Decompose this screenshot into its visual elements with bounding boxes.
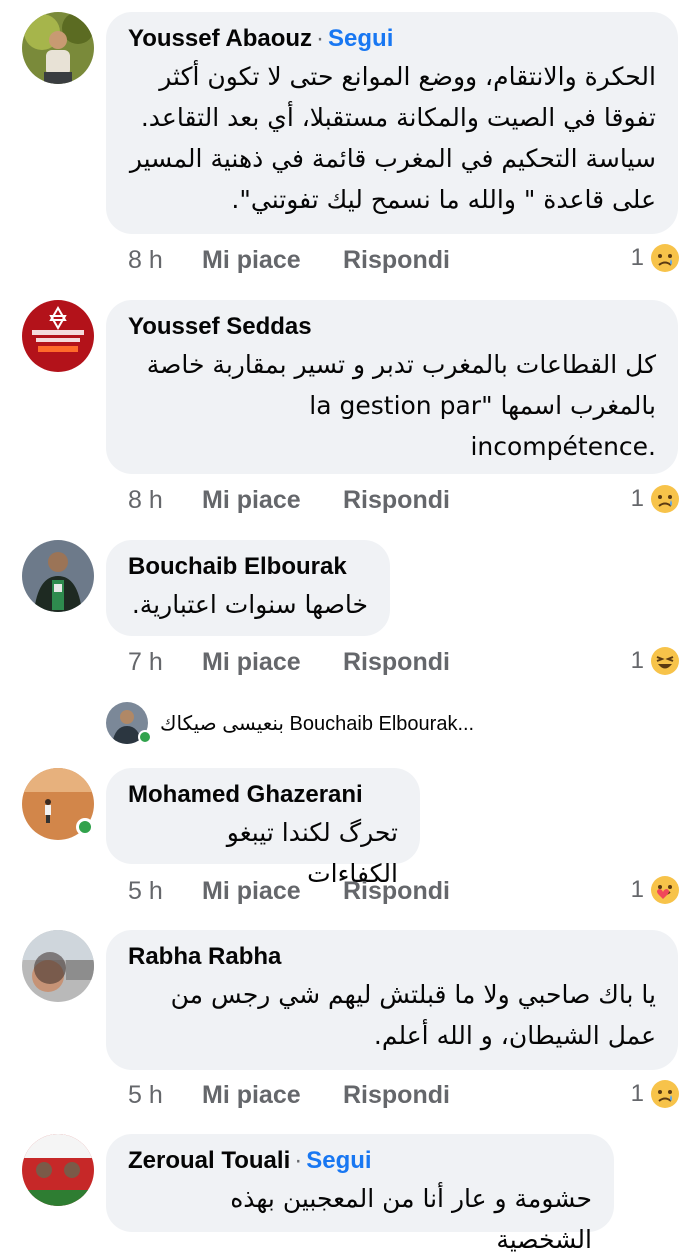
comment-bubble: Mohamed Ghazerani تحرگ لكندا تيبغو الكفا… — [106, 768, 420, 888]
comment-actions: 7 h Mi piace Rispondi — [128, 648, 450, 677]
author-name[interactable]: Youssef Abaouz — [128, 25, 312, 52]
comment-author-line: Youssef Abaouz · Segui — [128, 24, 656, 54]
comment-bubble: Bouchaib Elbourak خاصها سنوات اعتبارية. — [106, 540, 390, 636]
comment-bubble: Youssef Abaouz · Segui الحكرة والانتقام، و… — [106, 12, 678, 234]
like-button[interactable]: Mi piace — [202, 246, 343, 275]
reply-preview-text: بنعيسى صيكاك Bouchaib Elbourak... — [160, 712, 475, 735]
reply-button[interactable]: Rispondi — [343, 877, 450, 906]
online-status-dot — [76, 818, 94, 836]
reaction-count: 1 — [630, 647, 644, 674]
avatar[interactable] — [22, 1134, 94, 1206]
comment-actions: 8 h Mi piace Rispondi — [128, 486, 450, 515]
follow-button[interactable]: Segui — [328, 25, 393, 52]
reply-button[interactable]: Rispondi — [343, 486, 450, 515]
reply-button[interactable]: Rispondi — [343, 1081, 450, 1110]
avatar[interactable] — [22, 12, 94, 84]
follow-button[interactable]: Segui — [306, 1147, 371, 1174]
comment-author-line: Zeroual Touali · Segui — [128, 1146, 592, 1176]
comment-bubble: Zeroual Touali · Segui حشومة و عار أنا من … — [106, 1134, 614, 1254]
sad-emoji-icon — [651, 244, 679, 272]
comment-bubble: Youssef Seddas كل القطاعات بالمغرب تدبر … — [106, 300, 678, 474]
laugh-emoji-icon — [651, 647, 679, 675]
comment-author-line: Youssef Seddas — [128, 312, 656, 342]
sad-emoji-icon — [651, 1080, 679, 1108]
comment-time[interactable]: 5 h — [128, 877, 202, 906]
comment-author-line: Rabha Rabha — [128, 942, 656, 972]
reaction-count: 1 — [630, 1080, 644, 1107]
reaction-summary[interactable]: 1 — [631, 646, 680, 676]
avatar[interactable] — [22, 930, 94, 1002]
comment-actions: 5 h Mi piace Rispondi — [128, 1081, 450, 1110]
author-name[interactable]: Bouchaib Elbourak — [128, 553, 347, 580]
comment-author-line: Bouchaib Elbourak — [128, 552, 368, 582]
avatar[interactable] — [22, 300, 94, 372]
comment-text: حشومة و عار أنا من المعجبين بهذه الشخصية — [230, 1184, 592, 1254]
like-button[interactable]: Mi piace — [202, 1081, 343, 1110]
avatar[interactable] — [22, 540, 94, 612]
reply-button[interactable]: Rispondi — [343, 246, 450, 275]
comment-text: خاصها سنوات اعتبارية. — [131, 590, 368, 619]
reaction-summary[interactable]: 1 — [631, 875, 680, 905]
comment-text: كل القطاعات بالمغرب تدبر و تسير بمقاربة … — [146, 350, 656, 461]
comment-actions: 5 h Mi piace Rispondi — [128, 877, 450, 906]
author-name[interactable]: Zeroual Touali — [128, 1147, 290, 1174]
like-button[interactable]: Mi piace — [202, 877, 343, 906]
comment-time[interactable]: 8 h — [128, 486, 202, 515]
author-name[interactable]: Mohamed Ghazerani — [128, 781, 363, 808]
reply-preview[interactable]: بنعيسى صيكاك Bouchaib Elbourak... — [106, 702, 474, 744]
reaction-summary[interactable]: 1 — [631, 243, 680, 273]
separator-dot: · — [316, 25, 325, 52]
comment-time[interactable]: 8 h — [128, 246, 202, 275]
comment-bubble: Rabha Rabha يا باك صاحبي ولا ما قبلتش لي… — [106, 930, 678, 1070]
comment-text: الحكرة والانتقام، ووضع الموانع حتى لا تك… — [129, 62, 656, 214]
author-name[interactable]: Rabha Rabha — [128, 943, 281, 970]
comment-time[interactable]: 7 h — [128, 648, 202, 677]
reaction-summary[interactable]: 1 — [631, 484, 680, 514]
reaction-count: 1 — [630, 876, 644, 903]
comment-actions: 8 h Mi piace Rispondi — [128, 246, 450, 275]
reaction-count: 1 — [630, 485, 644, 512]
author-name[interactable]: Youssef Seddas — [128, 313, 312, 340]
comment-time[interactable]: 5 h — [128, 1081, 202, 1110]
reaction-summary[interactable]: 1 — [631, 1079, 680, 1109]
reply-button[interactable]: Rispondi — [343, 648, 450, 677]
sad-emoji-icon — [651, 485, 679, 513]
separator-dot: · — [294, 1147, 303, 1174]
care-emoji-icon — [651, 876, 679, 904]
reaction-count: 1 — [630, 244, 644, 271]
comment-text: يا باك صاحبي ولا ما قبلتش ليهم شي رجس من… — [170, 980, 656, 1050]
like-button[interactable]: Mi piace — [202, 648, 343, 677]
online-status-dot — [138, 730, 152, 744]
comment-author-line: Mohamed Ghazerani — [128, 780, 398, 810]
like-button[interactable]: Mi piace — [202, 486, 343, 515]
